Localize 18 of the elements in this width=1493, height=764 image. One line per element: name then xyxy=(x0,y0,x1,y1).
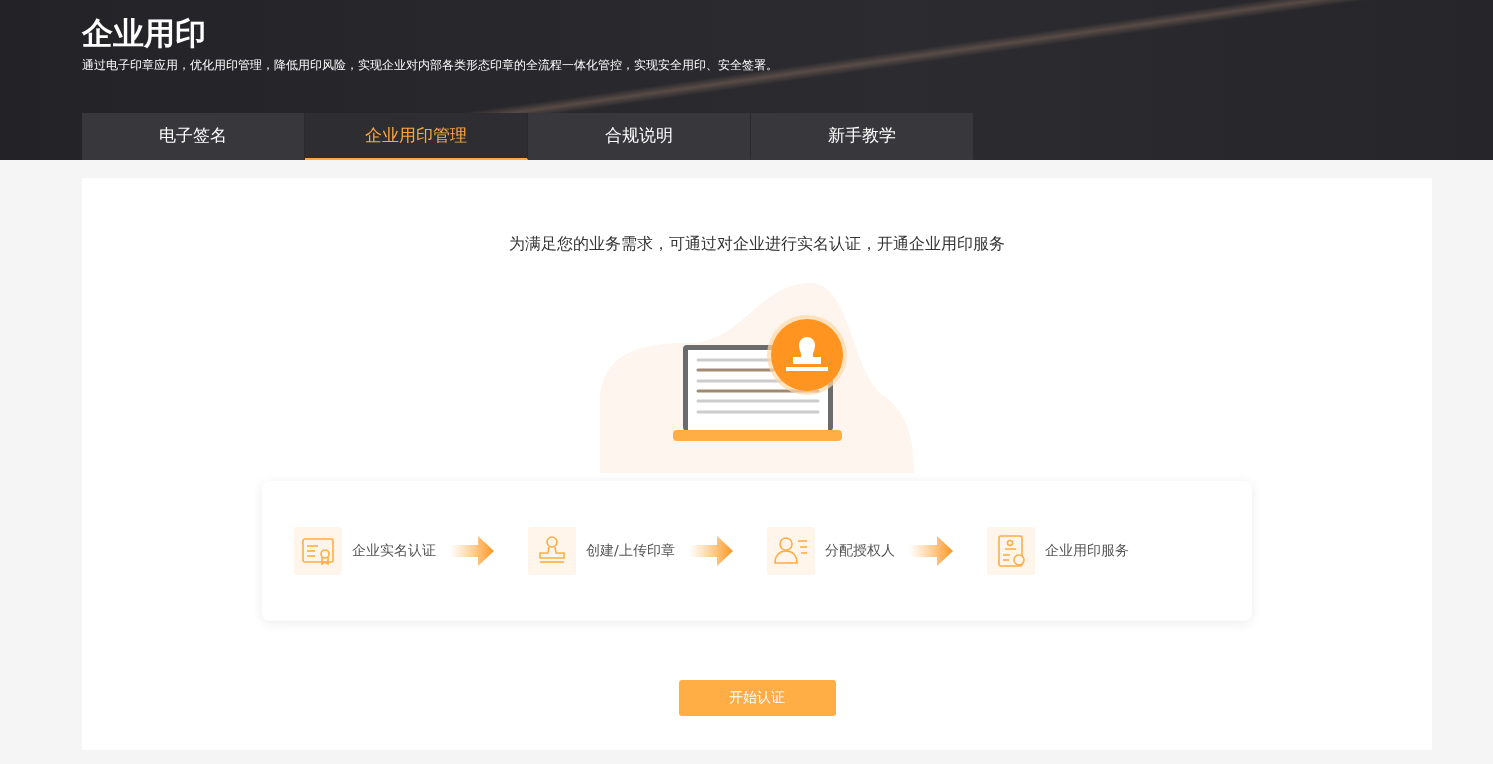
arrow-icon xyxy=(450,536,494,566)
nav-tab[interactable]: 电子签名 xyxy=(82,113,305,160)
step-label: 分配授权人 xyxy=(824,542,895,560)
nav-tab[interactable]: 企业用印管理 xyxy=(305,113,528,160)
page-title: 企业用印 xyxy=(82,14,207,53)
step-icon xyxy=(766,527,815,575)
step-icon xyxy=(986,527,1035,575)
step-label: 创建/上传印章 xyxy=(586,542,675,560)
nav-tab[interactable]: 新手教学 xyxy=(751,113,974,160)
arrow-icon xyxy=(688,536,733,566)
step-label: 企业实名认证 xyxy=(352,542,436,560)
nav-tab[interactable]: 合规说明 xyxy=(528,113,751,160)
arrow-icon xyxy=(908,536,953,566)
step-icon xyxy=(294,527,342,575)
intro-text: 为满足您的业务需求，可通过对企业进行实名认证，开通企业用印服务 xyxy=(509,234,1005,255)
step-label: 企业用印服务 xyxy=(1044,542,1129,560)
page-subtitle: 通过电子印章应用，优化用印管理，降低用印风险，实现企业对内部各类形态印章的全流程一体化管控，实现安全用印、安全签署。 xyxy=(82,57,779,73)
step-icon xyxy=(528,527,576,575)
